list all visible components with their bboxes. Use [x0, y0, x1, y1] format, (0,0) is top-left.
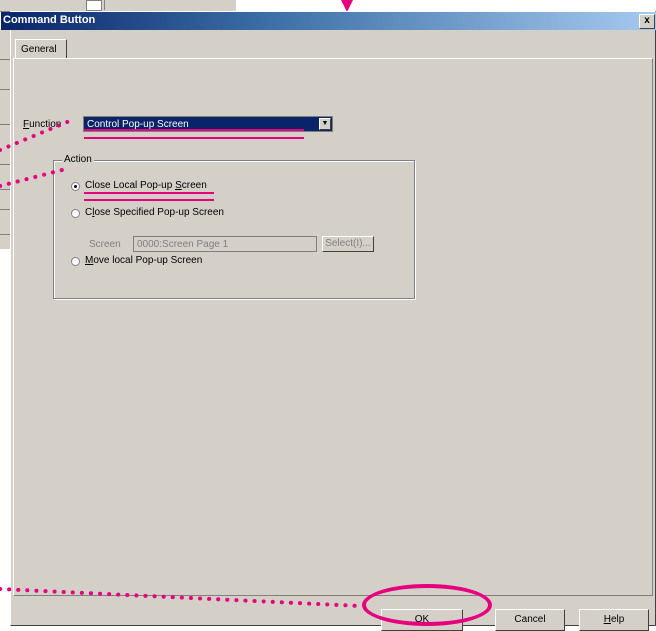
tab-label: General [21, 44, 57, 55]
close-icon[interactable]: x [639, 14, 655, 29]
option-move-local-label[interactable]: Move local Pop-up Screen [85, 255, 202, 266]
background-cell [104, 0, 233, 10]
tab-general[interactable]: General [15, 39, 67, 59]
screen-label: Screen [89, 239, 121, 250]
annotation-underline [84, 129, 304, 131]
help-button[interactable]: Help [579, 609, 649, 631]
screen-field: 0000:Screen Page 1 [133, 236, 317, 252]
radio-close-local[interactable] [71, 182, 80, 191]
option-close-specified-label[interactable]: Close Specified Pop-up Screen [85, 207, 224, 218]
radio-move-local[interactable] [71, 257, 80, 266]
dialog-title: Command Button [3, 14, 96, 26]
option-close-local-label[interactable]: Close Local Pop-up Screen [85, 180, 207, 191]
background-cell [86, 0, 102, 11]
annotation-underline [84, 137, 304, 139]
action-legend: Action [62, 154, 94, 165]
cancel-button[interactable]: Cancel [495, 609, 565, 631]
chevron-down-icon[interactable]: ▼ [319, 118, 331, 130]
screen-value: 0000:Screen Page 1 [137, 239, 229, 250]
annotation-ellipse [362, 584, 492, 626]
radio-close-specified[interactable] [71, 209, 80, 218]
select-button[interactable]: Select(I)... [322, 236, 374, 252]
command-button-dialog: Command Button x General Function Contro… [1, 11, 656, 631]
title-bar: Command Button x [1, 12, 656, 30]
annotation-underline [84, 199, 214, 201]
function-label: Function [23, 119, 62, 130]
annotation-underline [84, 192, 214, 194]
